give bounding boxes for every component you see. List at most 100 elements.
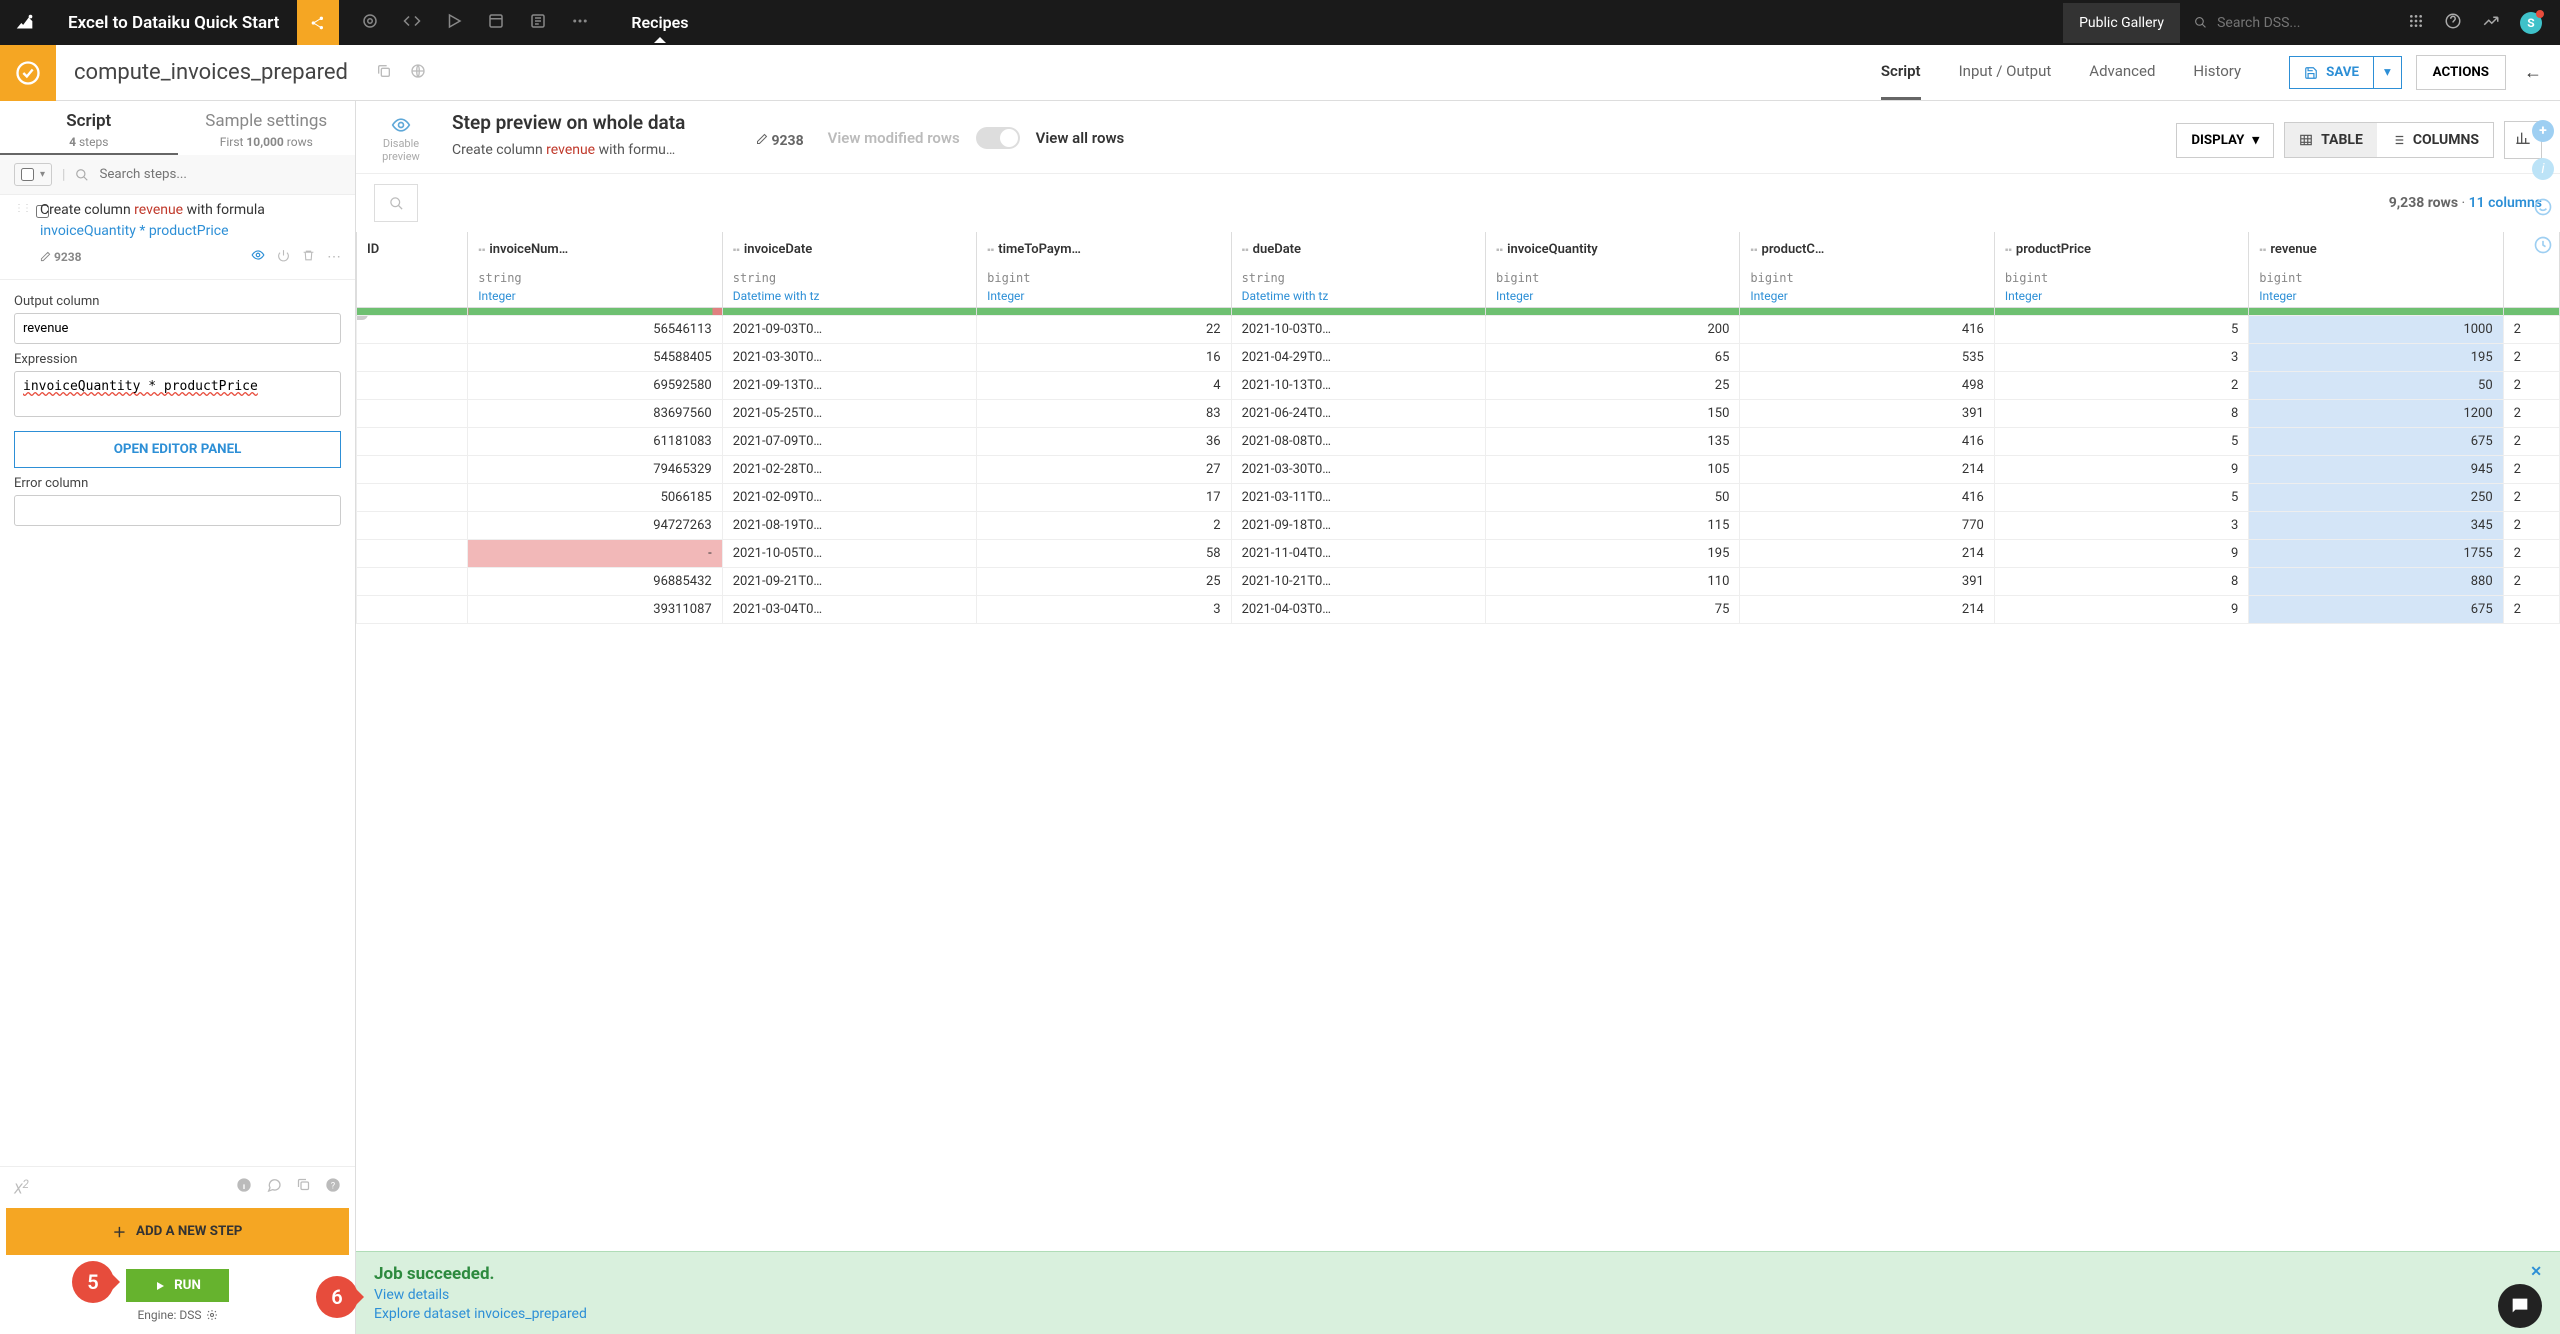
- copy-icon[interactable]: [376, 63, 392, 83]
- table-cell[interactable]: 2021-03-11T0…: [1231, 484, 1485, 512]
- view-toggle-switch[interactable]: [976, 127, 1020, 149]
- select-all-checkbox[interactable]: [21, 168, 34, 181]
- table-row[interactable]: 565461132021-09-03T0…222021-10-03T0…2004…: [357, 316, 2560, 344]
- global-search-input[interactable]: [2217, 15, 2376, 31]
- dashboard-icon[interactable]: [487, 12, 505, 34]
- table-cell[interactable]: 214: [1740, 456, 1994, 484]
- column-header[interactable]: ID: [357, 232, 468, 308]
- close-banner-icon[interactable]: ✕: [2530, 1264, 2542, 1280]
- table-cell[interactable]: 2: [2503, 540, 2559, 568]
- table-cell[interactable]: [357, 456, 468, 484]
- table-cell[interactable]: 2021-10-21T0…: [1231, 568, 1485, 596]
- table-cell[interactable]: 54588405: [468, 344, 722, 372]
- table-cell[interactable]: 8: [1994, 400, 2248, 428]
- table-cell[interactable]: 2: [2503, 568, 2559, 596]
- table-cell[interactable]: 65: [1485, 344, 1739, 372]
- script-tab[interactable]: Script 4 steps: [0, 101, 178, 155]
- table-cell[interactable]: 5: [1994, 484, 2248, 512]
- table-row[interactable]: 695925802021-09-13T0…42021-10-13T0…25498…: [357, 372, 2560, 400]
- table-cell[interactable]: 25: [1485, 372, 1739, 400]
- help-icon[interactable]: ?: [325, 1177, 341, 1198]
- table-cell[interactable]: [357, 512, 468, 540]
- table-cell[interactable]: 150: [1485, 400, 1739, 428]
- table-cell[interactable]: 2021-06-24T0…: [1231, 400, 1485, 428]
- table-cell[interactable]: 2: [1994, 372, 2248, 400]
- table-cell[interactable]: 17: [977, 484, 1231, 512]
- column-header[interactable]: ▪▪invoiceNum…stringInteger: [468, 232, 722, 308]
- recipes-breadcrumb[interactable]: Recipes: [611, 13, 708, 32]
- table-cell[interactable]: 214: [1740, 540, 1994, 568]
- table-cell[interactable]: 416: [1740, 316, 1994, 344]
- error-column-input[interactable]: [14, 495, 341, 526]
- table-row[interactable]: 947272632021-08-19T0…22021-09-18T0…11577…: [357, 512, 2560, 540]
- table-cell[interactable]: 2021-10-03T0…: [1231, 316, 1485, 344]
- table-cell[interactable]: 110: [1485, 568, 1739, 596]
- table-cell[interactable]: 61181083: [468, 428, 722, 456]
- table-cell[interactable]: [357, 344, 468, 372]
- table-cell[interactable]: [357, 568, 468, 596]
- table-cell[interactable]: 535: [1740, 344, 1994, 372]
- table-cell[interactable]: 770: [1740, 512, 1994, 540]
- more-icon[interactable]: [571, 12, 589, 34]
- table-cell[interactable]: 2021-04-03T0…: [1231, 596, 1485, 624]
- trash-icon[interactable]: [302, 249, 315, 265]
- table-cell[interactable]: 2: [2503, 344, 2559, 372]
- table-cell[interactable]: 214: [1740, 596, 1994, 624]
- column-header[interactable]: ▪▪timeToPaym…bigintInteger: [977, 232, 1231, 308]
- table-cell[interactable]: [357, 428, 468, 456]
- table-cell[interactable]: 1755: [2249, 540, 2503, 568]
- table-cell[interactable]: 2021-03-30T0…: [722, 344, 976, 372]
- table-cell[interactable]: 16: [977, 344, 1231, 372]
- table-cell[interactable]: 2021-09-21T0…: [722, 568, 976, 596]
- tab-history[interactable]: History: [2193, 45, 2241, 100]
- table-cell[interactable]: 5: [1994, 428, 2248, 456]
- table-cell[interactable]: 2: [2503, 484, 2559, 512]
- search-steps-input[interactable]: [99, 167, 341, 182]
- dataiku-logo[interactable]: [0, 0, 50, 45]
- drag-handle-icon[interactable]: ⋮⋮: [14, 203, 30, 214]
- globe-icon[interactable]: [410, 63, 426, 83]
- code-icon[interactable]: [403, 12, 421, 34]
- table-view-button[interactable]: TABLE: [2285, 123, 2377, 157]
- comment-icon[interactable]: [266, 1177, 282, 1198]
- rail-add-icon[interactable]: +: [2532, 120, 2554, 142]
- table-cell[interactable]: 79465329: [468, 456, 722, 484]
- table-cell[interactable]: 9: [1994, 596, 2248, 624]
- table-cell[interactable]: 2021-10-13T0…: [1231, 372, 1485, 400]
- table-cell[interactable]: 2021-10-05T0…: [722, 540, 976, 568]
- table-cell[interactable]: 2021-09-18T0…: [1231, 512, 1485, 540]
- table-cell[interactable]: 5: [1994, 316, 2248, 344]
- formula-icon[interactable]: X2: [14, 1177, 29, 1198]
- table-cell[interactable]: 83: [977, 400, 1231, 428]
- user-avatar[interactable]: S: [2520, 12, 2542, 34]
- table-cell[interactable]: 416: [1740, 428, 1994, 456]
- run-button[interactable]: RUN: [126, 1269, 229, 1302]
- table-cell[interactable]: 3: [977, 596, 1231, 624]
- help-icon[interactable]: [2444, 12, 2462, 34]
- table-cell[interactable]: 3: [1994, 512, 2248, 540]
- eye-icon[interactable]: [251, 248, 265, 265]
- table-cell[interactable]: 9: [1994, 540, 2248, 568]
- table-cell[interactable]: -: [468, 540, 722, 568]
- table-cell[interactable]: 36: [977, 428, 1231, 456]
- columns-view-button[interactable]: COLUMNS: [2377, 123, 2493, 157]
- table-cell[interactable]: 105: [1485, 456, 1739, 484]
- table-cell[interactable]: 96885432: [468, 568, 722, 596]
- column-header[interactable]: ▪▪invoiceDatestringDatetime with tz: [722, 232, 976, 308]
- table-cell[interactable]: 39311087: [468, 596, 722, 624]
- select-all-steps[interactable]: ▾: [14, 163, 52, 186]
- table-cell[interactable]: [357, 540, 468, 568]
- table-cell[interactable]: 498: [1740, 372, 1994, 400]
- column-header[interactable]: ▪▪revenuebigintInteger: [2249, 232, 2503, 308]
- table-row[interactable]: 611810832021-07-09T0…362021-08-08T0…1354…: [357, 428, 2560, 456]
- table-cell[interactable]: 200: [1485, 316, 1739, 344]
- table-cell[interactable]: 2021-09-13T0…: [722, 372, 976, 400]
- activity-icon[interactable]: [2482, 12, 2500, 34]
- apps-icon[interactable]: [2408, 13, 2424, 33]
- table-cell[interactable]: 2: [2503, 596, 2559, 624]
- flow-icon[interactable]: [361, 12, 379, 34]
- table-cell[interactable]: 2021-11-04T0…: [1231, 540, 1485, 568]
- table-cell[interactable]: 195: [1485, 540, 1739, 568]
- copy-icon[interactable]: [296, 1177, 311, 1198]
- table-cell[interactable]: 83697560: [468, 400, 722, 428]
